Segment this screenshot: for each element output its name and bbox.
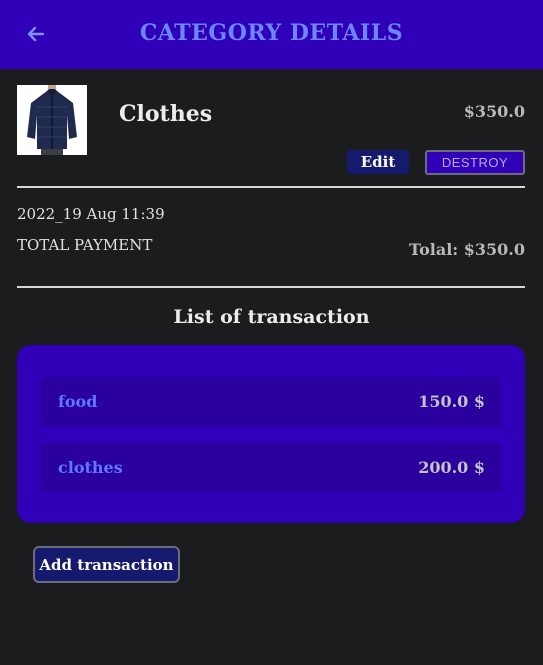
transaction-name: clothes	[58, 458, 123, 477]
edit-button[interactable]: Edit	[347, 150, 409, 174]
transaction-amount: 150.0 $	[418, 392, 485, 411]
total-payment-label: TOTAL PAYMENT	[17, 236, 153, 254]
list-item[interactable]: food 150.0 $	[41, 377, 501, 426]
app-header: CATEGORY DETAILS	[0, 0, 543, 69]
total-payment-value: Tolal: $350.0	[409, 240, 525, 259]
category-image	[17, 85, 87, 155]
transaction-amount: 200.0 $	[418, 458, 485, 477]
category-name: Clothes	[119, 101, 213, 127]
category-details-content: Clothes $350.0 Edit DESTROY 2022_19 Aug …	[0, 69, 543, 665]
transaction-name: food	[58, 392, 98, 411]
transaction-list-title: List of transaction	[173, 306, 370, 328]
transaction-list: food 150.0 $ clothes 200.0 $	[17, 345, 525, 523]
divider-top	[17, 186, 525, 188]
divider-bottom	[17, 286, 525, 288]
page-title: CATEGORY DETAILS	[139, 20, 404, 46]
destroy-button[interactable]: DESTROY	[425, 150, 525, 175]
add-transaction-button[interactable]: Add transaction	[33, 546, 180, 583]
jacket-image	[17, 85, 87, 155]
list-item[interactable]: clothes 200.0 $	[41, 443, 501, 492]
category-date: 2022_19 Aug 11:39	[17, 205, 165, 223]
category-amount: $350.0	[463, 102, 525, 121]
